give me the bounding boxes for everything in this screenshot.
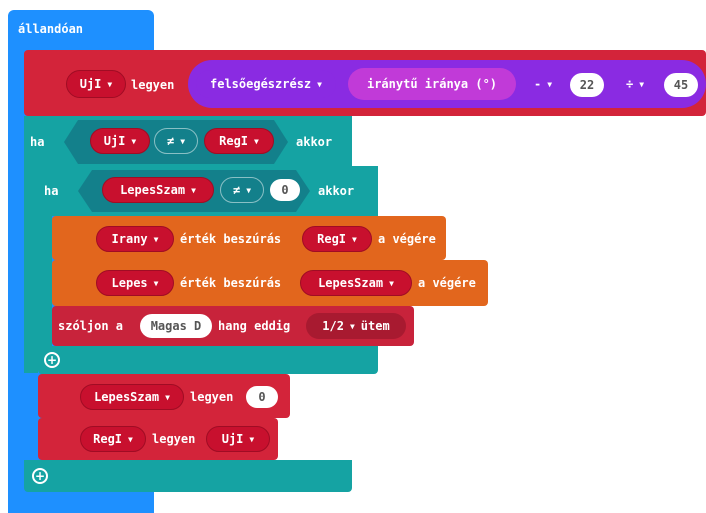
if-inner-label: ha <box>44 184 59 198</box>
divide-operator-dropdown[interactable]: ÷ <box>612 70 658 98</box>
outer-compare-left-var[interactable]: UjI <box>90 128 150 154</box>
if-outer-footer <box>24 460 352 492</box>
play-tone-beat-suffix: ütem <box>360 319 390 333</box>
insert-irany-mid-label: érték beszúrás <box>180 232 282 246</box>
insert-lepes-value-var[interactable]: LepesSzam <box>300 270 412 296</box>
play-tone-mid-label: hang eddig <box>218 319 291 333</box>
set-uji-variable-dropdown[interactable]: UjI <box>66 70 126 98</box>
set-lepesszam-variable-dropdown[interactable]: LepesSzam <box>80 384 184 410</box>
set-regi-variable-dropdown[interactable]: RegI <box>80 426 146 452</box>
insert-lepes-list-var[interactable]: Lepes <box>96 270 174 296</box>
set-uji-legyen-label: legyen <box>131 78 175 92</box>
minus-operator-dropdown[interactable]: - <box>520 70 566 98</box>
play-tone-beat-dropdown[interactable]: 1/2 ▼ ütem <box>306 313 406 339</box>
if-inner-side <box>38 216 52 346</box>
chevron-down-icon: ▼ <box>349 321 355 331</box>
play-tone-beat-value: 1/2 <box>322 319 344 333</box>
if-inner-then-label: akkor <box>318 184 355 198</box>
round-up-function-dropdown[interactable]: felsőegészrész <box>196 70 336 98</box>
if-outer-label: ha <box>30 135 45 149</box>
insert-lepes-end-label: a végére <box>418 276 476 290</box>
set-lepesszam-legyen-label: legyen <box>190 390 234 404</box>
outer-compare-operator[interactable]: ≠ <box>154 128 198 154</box>
compass-heading-block[interactable]: iránytű iránya (°) <box>348 68 516 100</box>
if-inner-footer <box>38 346 378 374</box>
insert-irany-value-var[interactable]: RegI <box>302 226 372 252</box>
insert-irany-list-var[interactable]: Irany <box>96 226 174 252</box>
if-outer-then-label: akkor <box>296 135 333 149</box>
set-lepesszam-value-input[interactable]: 0 <box>246 386 278 408</box>
inner-compare-left-var[interactable]: LepesSzam <box>102 177 214 203</box>
set-regi-value-var[interactable]: UjI <box>206 426 270 452</box>
divide-value-input[interactable]: 45 <box>664 73 698 97</box>
insert-lepes-mid-label: érték beszúrás <box>180 276 282 290</box>
play-tone-note-input[interactable]: Magas D <box>140 314 212 338</box>
forever-label: állandóan <box>18 22 84 36</box>
insert-irany-end-label: a végére <box>378 232 436 246</box>
if-inner-add-icon[interactable]: + <box>44 352 60 368</box>
if-outer-add-icon[interactable]: + <box>32 468 48 484</box>
play-tone-prefix-label: szóljon a <box>58 319 124 333</box>
set-regi-legyen-label: legyen <box>152 432 196 446</box>
if-outer-side <box>24 168 38 373</box>
outer-compare-right-var[interactable]: RegI <box>204 128 274 154</box>
minus-value-input[interactable]: 22 <box>570 73 604 97</box>
inner-compare-right-input[interactable]: 0 <box>270 179 300 201</box>
inner-compare-operator[interactable]: ≠ <box>220 177 264 203</box>
